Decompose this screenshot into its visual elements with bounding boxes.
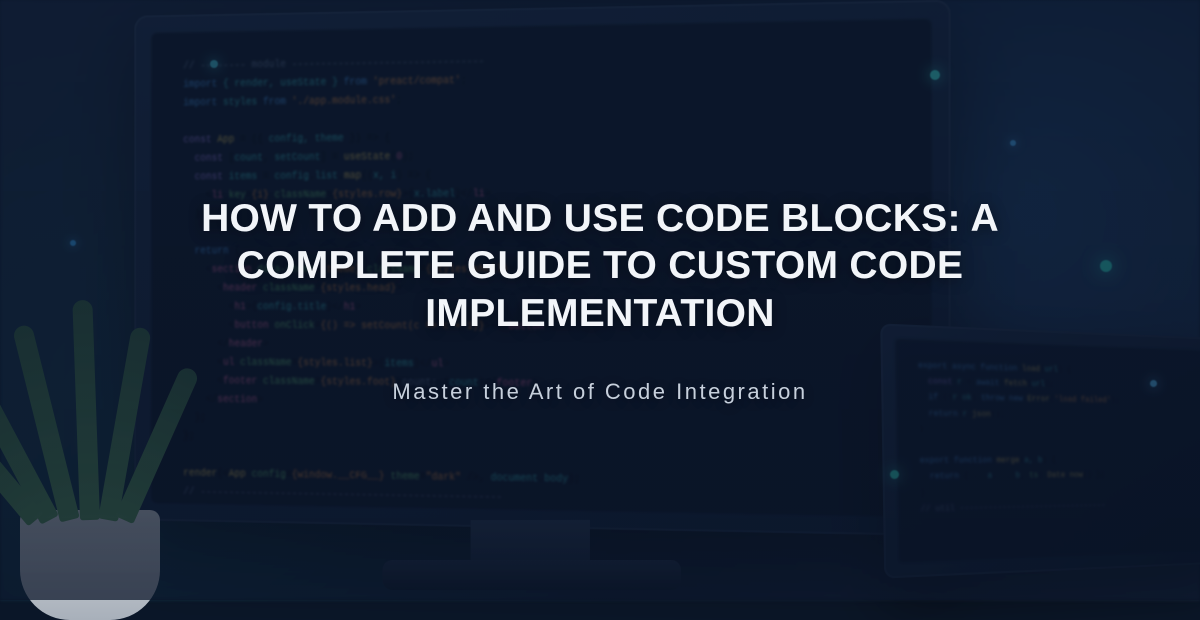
hero-content: HOW TO ADD AND USE CODE BLOCKS: A COMPLE… — [0, 0, 1200, 600]
hero-subtitle: Master the Art of Code Integration — [392, 379, 807, 405]
hero-title: HOW TO ADD AND USE CODE BLOCKS: A COMPLE… — [110, 195, 1090, 338]
